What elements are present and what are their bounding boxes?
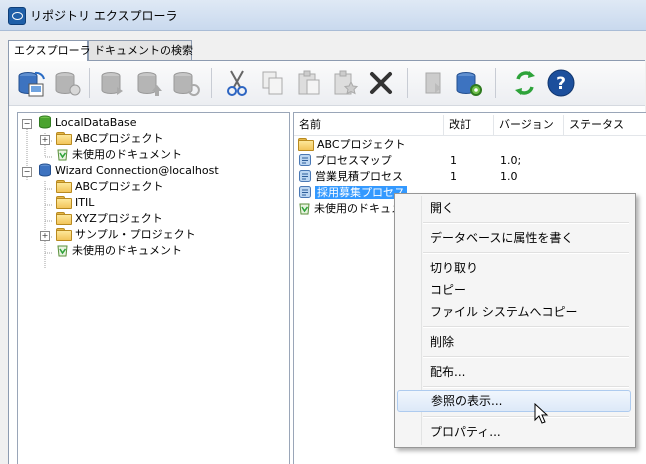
folder-icon (56, 196, 72, 209)
context-menu: 開く データベースに属性を書く 切り取り コピー ファイル システムへコピー 削… (394, 193, 636, 448)
process-icon (298, 185, 312, 199)
folder-icon (56, 228, 72, 241)
tree-node-abc-project[interactable]: + ABCプロジェクト (40, 131, 164, 147)
svg-text:?: ? (556, 74, 566, 94)
database-icon (38, 115, 52, 129)
folder-icon (56, 132, 72, 145)
list-item-revision: 1 (450, 154, 457, 167)
connect-database-icon[interactable] (15, 67, 47, 99)
expand-toggle[interactable]: + (40, 135, 50, 145)
tree-node-label: 未使用のドキュメント (72, 244, 182, 257)
collapse-toggle[interactable]: − (22, 167, 32, 177)
tree-node-abc-project-2[interactable]: ABCプロジェクト (56, 179, 164, 195)
expand-toggle[interactable]: + (40, 231, 50, 241)
collapse-toggle[interactable]: − (22, 119, 32, 129)
tab-explorer[interactable]: エクスプローラ (8, 40, 91, 61)
list-item-version: 1.0; (500, 154, 522, 167)
tree-node-wizard-connection[interactable]: − Wizard Connection@localhost (22, 163, 219, 179)
tree-node-itil[interactable]: ITIL (56, 195, 94, 211)
menu-item-write-attributes[interactable]: データベースに属性を書く (397, 227, 631, 249)
repository-tree[interactable]: − LocalDataBase + ABCプロジェクト 未使用のドキュメント −… (17, 112, 290, 464)
tree-node-sample-project[interactable]: + サンプル・プロジェクト (40, 227, 196, 243)
tree-node-unused-documents[interactable]: 未使用のドキュメント (56, 147, 182, 163)
list-item-name: 営業見積プロセス (315, 170, 403, 183)
menu-item-properties[interactable]: プロパティ... (397, 421, 631, 443)
column-header-revision[interactable]: 改訂 (444, 115, 494, 135)
list-item[interactable]: ABCプロジェクト (294, 137, 646, 153)
tree-node-label: ITIL (75, 196, 95, 209)
tree-node-label: サンプル・プロジェクト (75, 228, 196, 241)
database-refresh-icon[interactable] (169, 67, 201, 99)
tree-node-label: Wizard Connection@localhost (55, 164, 219, 177)
list-item-name: 未使用のドキュメ (314, 202, 402, 215)
app-icon (8, 7, 26, 25)
tree-node-xyz-project[interactable]: XYZプロジェクト (56, 211, 163, 227)
paste-icon[interactable] (293, 67, 325, 99)
toolbar: ? (9, 61, 645, 106)
tree-node-label: ABCプロジェクト (75, 132, 164, 145)
tree-node-label: XYZプロジェクト (75, 212, 163, 225)
column-header-name[interactable]: 名前 (294, 115, 444, 135)
tree-node-unused-documents-2[interactable]: 未使用のドキュメント (56, 243, 182, 259)
folder-icon (298, 138, 314, 151)
database-upload-icon[interactable] (133, 67, 165, 99)
menu-item-show-references[interactable]: 参照の表示... (397, 390, 631, 412)
folder-icon (56, 180, 72, 193)
title-bar: リポジトリ エクスプローラ (0, 0, 646, 31)
database-icon (38, 163, 52, 177)
list-item-name: プロセスマップ (315, 154, 392, 167)
window-title: リポジトリ エクスプローラ (30, 9, 178, 23)
list-item[interactable]: プロセスマップ 1 1.0; (294, 153, 646, 169)
recycle-bin-icon (298, 201, 311, 215)
column-header-status[interactable]: ステータス (564, 115, 646, 135)
tab-document-search[interactable]: ドキュメントの検索 (88, 40, 193, 60)
list-item-version: 1.0 (500, 170, 518, 183)
menu-item-cut[interactable]: 切り取り (397, 257, 631, 279)
mouse-cursor-icon (534, 402, 550, 425)
list-item-revision: 1 (450, 170, 457, 183)
paste-special-icon[interactable] (329, 67, 361, 99)
recycle-bin-icon (56, 147, 69, 161)
list-item-name: ABCプロジェクト (317, 138, 406, 151)
list-item[interactable]: 営業見積プロセス 1 1.0 (294, 169, 646, 185)
cut-icon[interactable] (221, 67, 253, 99)
menu-item-copy[interactable]: コピー (397, 279, 631, 301)
database-settings-icon[interactable] (453, 67, 485, 99)
menu-item-open[interactable]: 開く (397, 197, 631, 219)
tree-node-label: ABCプロジェクト (75, 180, 164, 193)
folder-icon (56, 212, 72, 225)
copy-icon[interactable] (257, 67, 289, 99)
menu-item-delete[interactable]: 削除 (397, 331, 631, 353)
tree-node-label: LocalDataBase (55, 116, 137, 129)
tree-node-localdatabase[interactable]: − LocalDataBase (22, 115, 137, 131)
menu-item-publish[interactable]: 配布... (397, 361, 631, 383)
database-export-icon[interactable] (97, 67, 129, 99)
tree-node-label: 未使用のドキュメント (72, 148, 182, 161)
help-icon[interactable]: ? (545, 67, 577, 99)
column-header-row: 名前 改訂 バージョン ステータス (294, 115, 646, 136)
process-icon (298, 169, 312, 183)
refresh-icon[interactable] (509, 67, 541, 99)
add-database-icon[interactable] (51, 67, 83, 99)
menu-item-copy-to-filesystem[interactable]: ファイル システムへコピー (397, 301, 631, 323)
delete-icon[interactable] (365, 67, 397, 99)
process-icon (298, 153, 312, 167)
publish-icon[interactable] (417, 67, 449, 99)
recycle-bin-icon (56, 243, 69, 257)
column-header-version[interactable]: バージョン (494, 115, 564, 135)
